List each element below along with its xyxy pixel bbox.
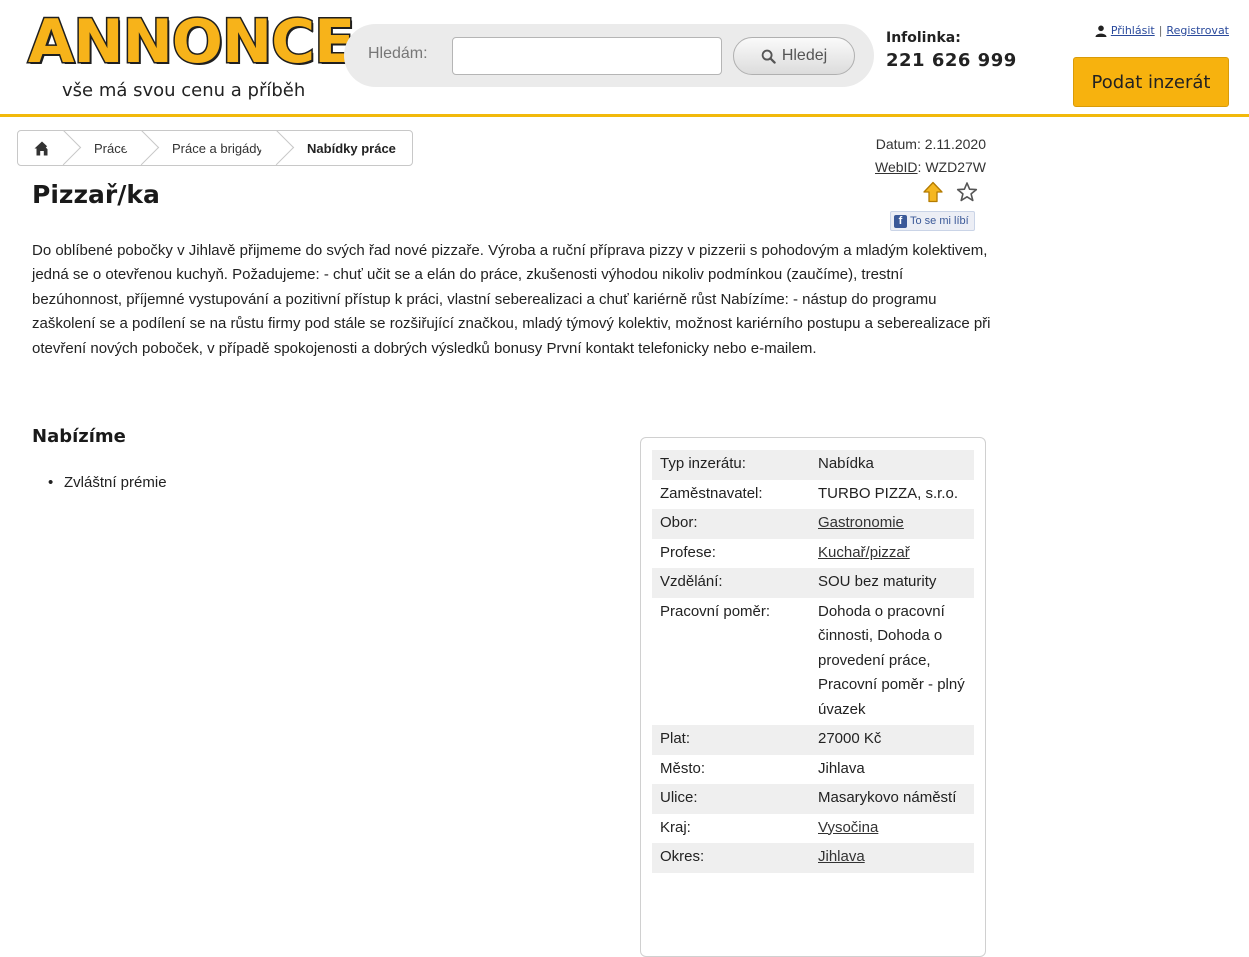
detail-link-kraj[interactable]: Vysočina xyxy=(818,819,878,836)
table-row: Pracovní poměr: Dohoda o pracovní činnos… xyxy=(652,598,974,726)
infoline-number: 221 626 999 xyxy=(886,50,1017,71)
detail-key: Typ inzerátu: xyxy=(660,455,746,472)
detail-link-profese[interactable]: Kuchař/pizzař xyxy=(818,544,910,561)
offer-section-title: Nabízíme xyxy=(32,426,126,447)
detail-key: Město: xyxy=(660,759,706,777)
detail-link-okres[interactable]: Jihlava xyxy=(818,848,865,865)
facebook-like-label: To se mi líbí xyxy=(910,215,969,227)
detail-key: Pracovní poměr: xyxy=(660,602,771,620)
infoline-label: Infolinka: xyxy=(886,30,961,46)
table-row: Ulice: Masarykovo náměstí xyxy=(652,784,974,814)
breadcrumb-home[interactable] xyxy=(18,131,66,165)
detail-value: Nabídka xyxy=(818,455,874,472)
table-row: Vzdělání: SOU bez maturity xyxy=(652,568,974,598)
detail-key: Ulice: xyxy=(660,789,698,806)
detail-key: Plat: xyxy=(660,730,691,747)
ad-title: Pizzař/ka xyxy=(32,180,160,209)
detail-key: Okres: xyxy=(660,848,705,865)
user-links-separator: | xyxy=(1158,24,1163,37)
site-logo[interactable]: ANNONCE vše má svou cenu a příběh xyxy=(26,6,356,106)
detail-value: 27000 Kč xyxy=(818,730,882,747)
user-links: Přihlásit | Registrovat xyxy=(1095,24,1229,37)
detail-value: Jihlava xyxy=(818,759,865,777)
detail-key: Obor: xyxy=(660,514,698,531)
webid-value: : WZD27W xyxy=(917,159,986,175)
logo-tagline: vše má svou cenu a příběh xyxy=(62,80,306,101)
breadcrumb-item-nabidky-prace: Nabídky práce xyxy=(307,140,396,156)
detail-key: Kraj: xyxy=(660,818,691,836)
table-row: Kraj: Vysočina xyxy=(652,814,974,844)
logo-wordmark: ANNONCE xyxy=(26,6,356,79)
infoline: Infolinka: 221 626 999 xyxy=(886,30,1017,71)
ad-actions xyxy=(922,181,978,203)
detail-key: Vzdělání: xyxy=(660,573,723,590)
search-icon xyxy=(761,49,776,64)
detail-value: SOU bez maturity xyxy=(818,573,937,590)
breadcrumb-item-prace-a-brigady[interactable]: Práce a brigády xyxy=(144,131,279,165)
ad-meta: Datum: 2.11.2020 WebID: WZD27W xyxy=(875,133,986,179)
breadcrumb: Práce Práce a brigády Nabídky práce xyxy=(17,130,413,166)
ad-description: Do oblíbené pobočky v Jihlavě přijmeme d… xyxy=(32,242,991,357)
detail-value: TURBO PIZZA, s.r.o. xyxy=(818,484,959,502)
facebook-icon: f xyxy=(894,214,907,228)
ad-date: Datum: 2.11.2020 xyxy=(875,136,986,152)
facebook-like-button[interactable]: f To se mi líbí xyxy=(890,211,975,231)
detail-key: Profese: xyxy=(660,543,716,561)
register-link[interactable]: Registrovat xyxy=(1166,24,1229,37)
table-row: Zaměstnavatel: TURBO PIZZA, s.r.o. xyxy=(652,480,974,510)
detail-value: Dohoda o pracovní činnosti, Dohoda o pro… xyxy=(818,602,965,718)
search-button-label: Hledej xyxy=(781,47,828,64)
webid-label: WebID xyxy=(875,159,918,175)
search-bar: Hledám: Hledej xyxy=(344,24,874,87)
search-button[interactable]: Hledej xyxy=(733,37,855,75)
arrow-up-icon[interactable] xyxy=(922,181,944,203)
table-row: Obor: Gastronomie xyxy=(652,509,974,539)
detail-key: Zaměstnavatel: xyxy=(660,484,763,502)
detail-link-obor[interactable]: Gastronomie xyxy=(818,514,904,531)
table-row: Profese: Kuchař/pizzař xyxy=(652,539,974,569)
detail-value: Masarykovo náměstí xyxy=(818,789,957,806)
site-header: ANNONCE vše má svou cenu a příběh Hledám… xyxy=(0,0,1249,117)
ad-webid: WebID: WZD27W xyxy=(875,156,986,179)
post-ad-button[interactable]: Podat inzerát xyxy=(1073,57,1229,107)
list-item: Zvláštní prémie xyxy=(48,471,166,495)
search-input[interactable] xyxy=(452,37,722,75)
login-link[interactable]: Přihlásit xyxy=(1111,24,1155,37)
home-icon xyxy=(34,141,50,155)
table-row: Plat: 27000 Kč xyxy=(652,725,974,755)
star-icon[interactable] xyxy=(956,181,978,203)
table-row: Typ inzerátu: Nabídka xyxy=(652,450,974,480)
ad-details-table: Typ inzerátu: Nabídka Zaměstnavatel: TUR… xyxy=(640,437,986,957)
table-row: Město: Jihlava xyxy=(652,755,974,785)
table-row: Okres: Jihlava xyxy=(652,843,974,873)
search-label: Hledám: xyxy=(368,45,428,62)
user-icon xyxy=(1095,25,1107,37)
offer-list: Zvláštní prémie xyxy=(48,471,166,495)
